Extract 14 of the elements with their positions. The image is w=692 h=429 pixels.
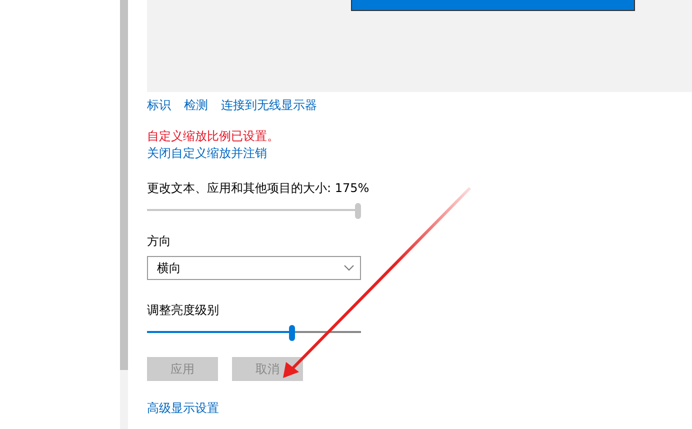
orientation-dropdown[interactable]: 横向 xyxy=(147,256,361,280)
chevron-icon xyxy=(344,265,354,271)
advanced-settings-link[interactable]: 高级显示设置 xyxy=(147,401,219,415)
slider[interactable] xyxy=(147,325,361,339)
display-link[interactable]: 标识 xyxy=(147,97,171,114)
brightness-label: 调整亮度级别 xyxy=(147,302,220,319)
display-link[interactable]: 连接到无线显示器 xyxy=(221,97,317,114)
display-link[interactable]: 检测 xyxy=(184,97,208,114)
monitor-tile[interactable] xyxy=(351,0,635,11)
orientation-label: 方向 xyxy=(147,233,172,250)
slider[interactable] xyxy=(147,203,361,217)
notice-text: 自定义缩放比例已设置。 xyxy=(147,128,280,145)
scale-label: 更改文本、应用和其他项目的大小: 175% xyxy=(147,180,370,197)
sign-out-link[interactable]: 关闭自定义缩放并注销 xyxy=(147,146,267,160)
